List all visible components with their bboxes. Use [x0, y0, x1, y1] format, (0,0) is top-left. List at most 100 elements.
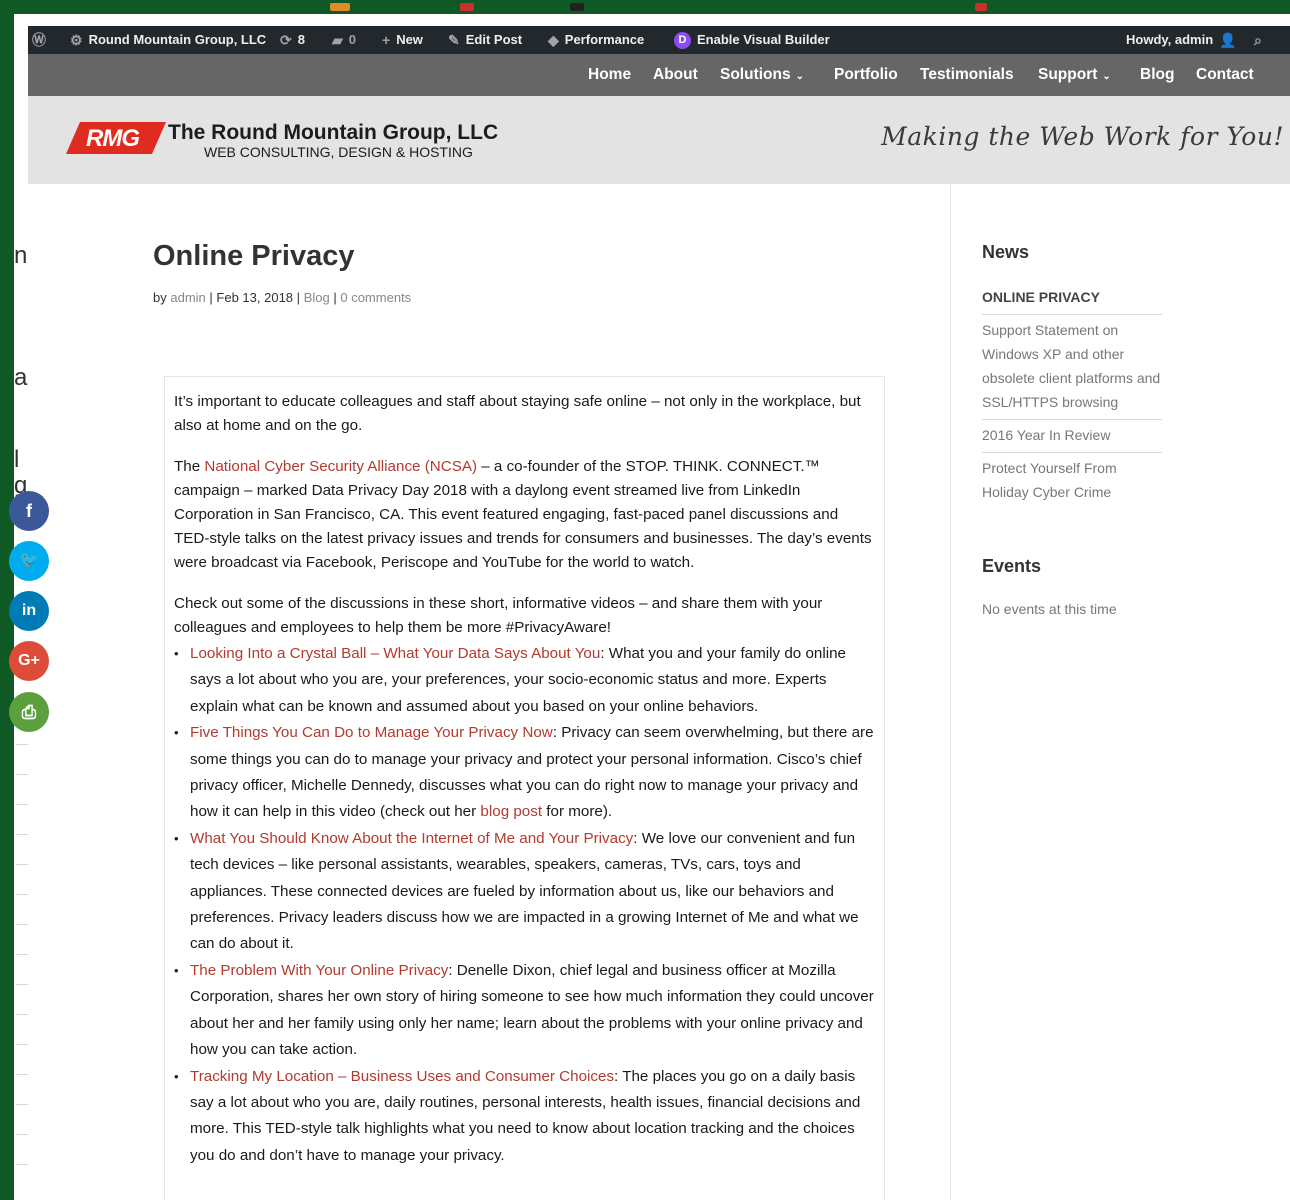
background-row-line — [16, 1164, 28, 1165]
post-date: Feb 13, 2018 — [216, 290, 294, 305]
video-link[interactable]: Looking Into a Crystal Ball – What Your … — [190, 645, 600, 662]
visual-builder-button[interactable]: D Enable Visual Builder — [674, 26, 830, 54]
nav-item-solutions-label: Solutions — [720, 66, 791, 83]
background-window-strip — [0, 0, 1290, 14]
updates-button[interactable]: ⟳ 8 — [280, 26, 305, 54]
admin-search-button[interactable]: ⌕ — [1254, 26, 1262, 54]
dashboard-icon: ⚙ — [70, 32, 83, 48]
video-link[interactable]: Tracking My Location – Business Uses and… — [190, 1068, 614, 1085]
events-empty-text: No events at this time — [982, 601, 1117, 617]
main-navigation: Home About Solutions ⌄ Portfolio Testimon… — [28, 54, 1290, 96]
new-content-button[interactable]: + New — [382, 26, 423, 54]
comments-count: 0 — [348, 32, 357, 47]
facebook-share-button[interactable]: f — [9, 491, 49, 531]
background-row-line — [16, 774, 28, 775]
site-logo[interactable]: RMG The Round Mountain Group, LLC WEB CO… — [66, 122, 498, 160]
site-name-button[interactable]: ⚙ Round Mountain Group, LLC — [70, 26, 266, 54]
events-widget-title: Events — [982, 556, 1042, 576]
nav-item-home[interactable]: Home — [588, 54, 631, 96]
nav-item-support-label: Support — [1038, 66, 1098, 83]
google-plus-share-button[interactable]: G+ — [9, 641, 49, 681]
chevron-down-icon: ⌄ — [1102, 71, 1111, 82]
post-paragraph: Check out some of the discussions in the… — [174, 595, 823, 636]
twitter-share-button[interactable]: 🐦 — [9, 541, 49, 581]
news-item-link[interactable]: Support Statement on Windows XP and othe… — [982, 315, 1162, 420]
visual-builder-label: Enable Visual Builder — [697, 32, 830, 47]
news-widget-title: News — [982, 242, 1030, 262]
logo-mark-text: RMG — [86, 125, 140, 152]
list-item: Tracking My Location – Business Uses and… — [174, 1064, 874, 1170]
comments-icon: ▰ — [332, 32, 343, 48]
nav-item-portfolio[interactable]: Portfolio — [834, 54, 898, 96]
post-meta: by admin | Feb 13, 2018 | Blog | 0 comme… — [153, 290, 411, 305]
nav-item-blog[interactable]: Blog — [1140, 54, 1174, 96]
nav-item-solutions[interactable]: Solutions ⌄ — [720, 54, 804, 96]
wp-admin-bar: Ⓦ ⚙ Round Mountain Group, LLC ⟳ 8 ▰ 0 + … — [28, 26, 1290, 54]
meta-separator: | — [296, 290, 301, 305]
linkedin-icon: in — [21, 602, 37, 619]
post-paragraph: It’s important to educate colleagues and… — [174, 393, 861, 434]
list-item-text: : We love our convenient and fun tech de… — [190, 829, 859, 953]
background-row-line — [16, 894, 28, 895]
video-link[interactable]: The Problem With Your Online Privacy — [190, 962, 448, 979]
post-meta-by: by — [153, 290, 167, 305]
background-tab-blip — [460, 3, 474, 11]
user-avatar-icon: 👤 — [1219, 32, 1237, 48]
list-item: The Problem With Your Online Privacy: De… — [174, 958, 874, 1064]
post-author-link[interactable]: admin — [170, 290, 205, 305]
nav-item-support[interactable]: Support ⌄ — [1038, 54, 1111, 96]
background-row-line — [16, 924, 28, 925]
background-row-line — [16, 1134, 28, 1135]
sidebar-divider — [950, 184, 951, 1200]
post-body: It’s important to educate colleagues and… — [174, 390, 874, 1169]
background-row-line — [16, 1104, 28, 1105]
background-row-line — [16, 834, 28, 835]
wordpress-logo-icon: Ⓦ — [32, 32, 46, 48]
performance-button[interactable]: ◆ Performance — [548, 26, 644, 54]
logo-text-block: The Round Mountain Group, LLC WEB CONSUL… — [168, 121, 499, 161]
news-item-link[interactable]: ONLINE PRIVACY — [982, 282, 1162, 315]
pencil-icon: ✎ — [448, 32, 460, 48]
news-item-link[interactable]: 2016 Year In Review — [982, 420, 1162, 453]
logo-company-name: The Round Mountain Group, LLC — [168, 121, 499, 144]
new-label: New — [396, 32, 423, 47]
nav-item-contact[interactable]: Contact — [1196, 54, 1254, 96]
list-item: What You Should Know About the Internet … — [174, 826, 874, 958]
meta-separator: | — [209, 290, 213, 305]
list-item-text: for more). — [542, 803, 613, 821]
my-account-button[interactable]: Howdy, admin 👤 — [1126, 26, 1237, 54]
background-row-line — [16, 1074, 28, 1075]
post-category-link[interactable]: Blog — [304, 290, 330, 305]
nav-item-about[interactable]: About — [653, 54, 698, 96]
video-link[interactable]: What You Should Know About the Internet … — [190, 830, 633, 847]
post-title: Online Privacy — [153, 240, 355, 272]
blog-post-link[interactable]: blog post — [480, 803, 542, 820]
background-tab-blip — [975, 3, 987, 11]
print-share-button[interactable]: ⎙ — [9, 692, 49, 732]
updates-count: 8 — [297, 32, 305, 47]
linkedin-share-button[interactable]: in — [9, 591, 49, 631]
site-name-label: Round Mountain Group, LLC — [88, 32, 267, 47]
background-row-line — [16, 1014, 28, 1015]
video-link[interactable]: Five Things You Can Do to Manage Your Pr… — [190, 724, 553, 741]
news-list: ONLINE PRIVACY Support Statement on Wind… — [982, 282, 1162, 509]
list-item: Looking Into a Crystal Ball – What Your … — [174, 641, 874, 720]
plus-icon: + — [382, 32, 391, 48]
edit-post-label: Edit Post — [465, 32, 523, 47]
updates-icon: ⟳ — [280, 32, 292, 48]
comments-button[interactable]: ▰ 0 — [332, 26, 356, 54]
wordpress-logo-button[interactable]: Ⓦ — [32, 26, 46, 54]
howdy-label: Howdy, admin — [1126, 32, 1214, 47]
news-item-link[interactable]: Protect Yourself From Holiday Cyber Crim… — [982, 453, 1162, 509]
background-tab-blip — [570, 3, 584, 11]
divi-logo-icon: D — [674, 31, 691, 49]
google-plus-icon: G+ — [18, 652, 40, 669]
edit-post-button[interactable]: ✎ Edit Post — [448, 26, 522, 54]
ncsa-link[interactable]: National Cyber Security Alliance (NCSA) — [204, 458, 477, 475]
background-row-line — [16, 984, 28, 985]
background-row-line — [16, 744, 28, 745]
background-text-fragment: n — [14, 242, 28, 269]
post-comments-link[interactable]: 0 comments — [340, 290, 411, 305]
background-text-fragment: a — [14, 364, 28, 391]
nav-item-testimonials[interactable]: Testimonials — [920, 54, 1014, 96]
